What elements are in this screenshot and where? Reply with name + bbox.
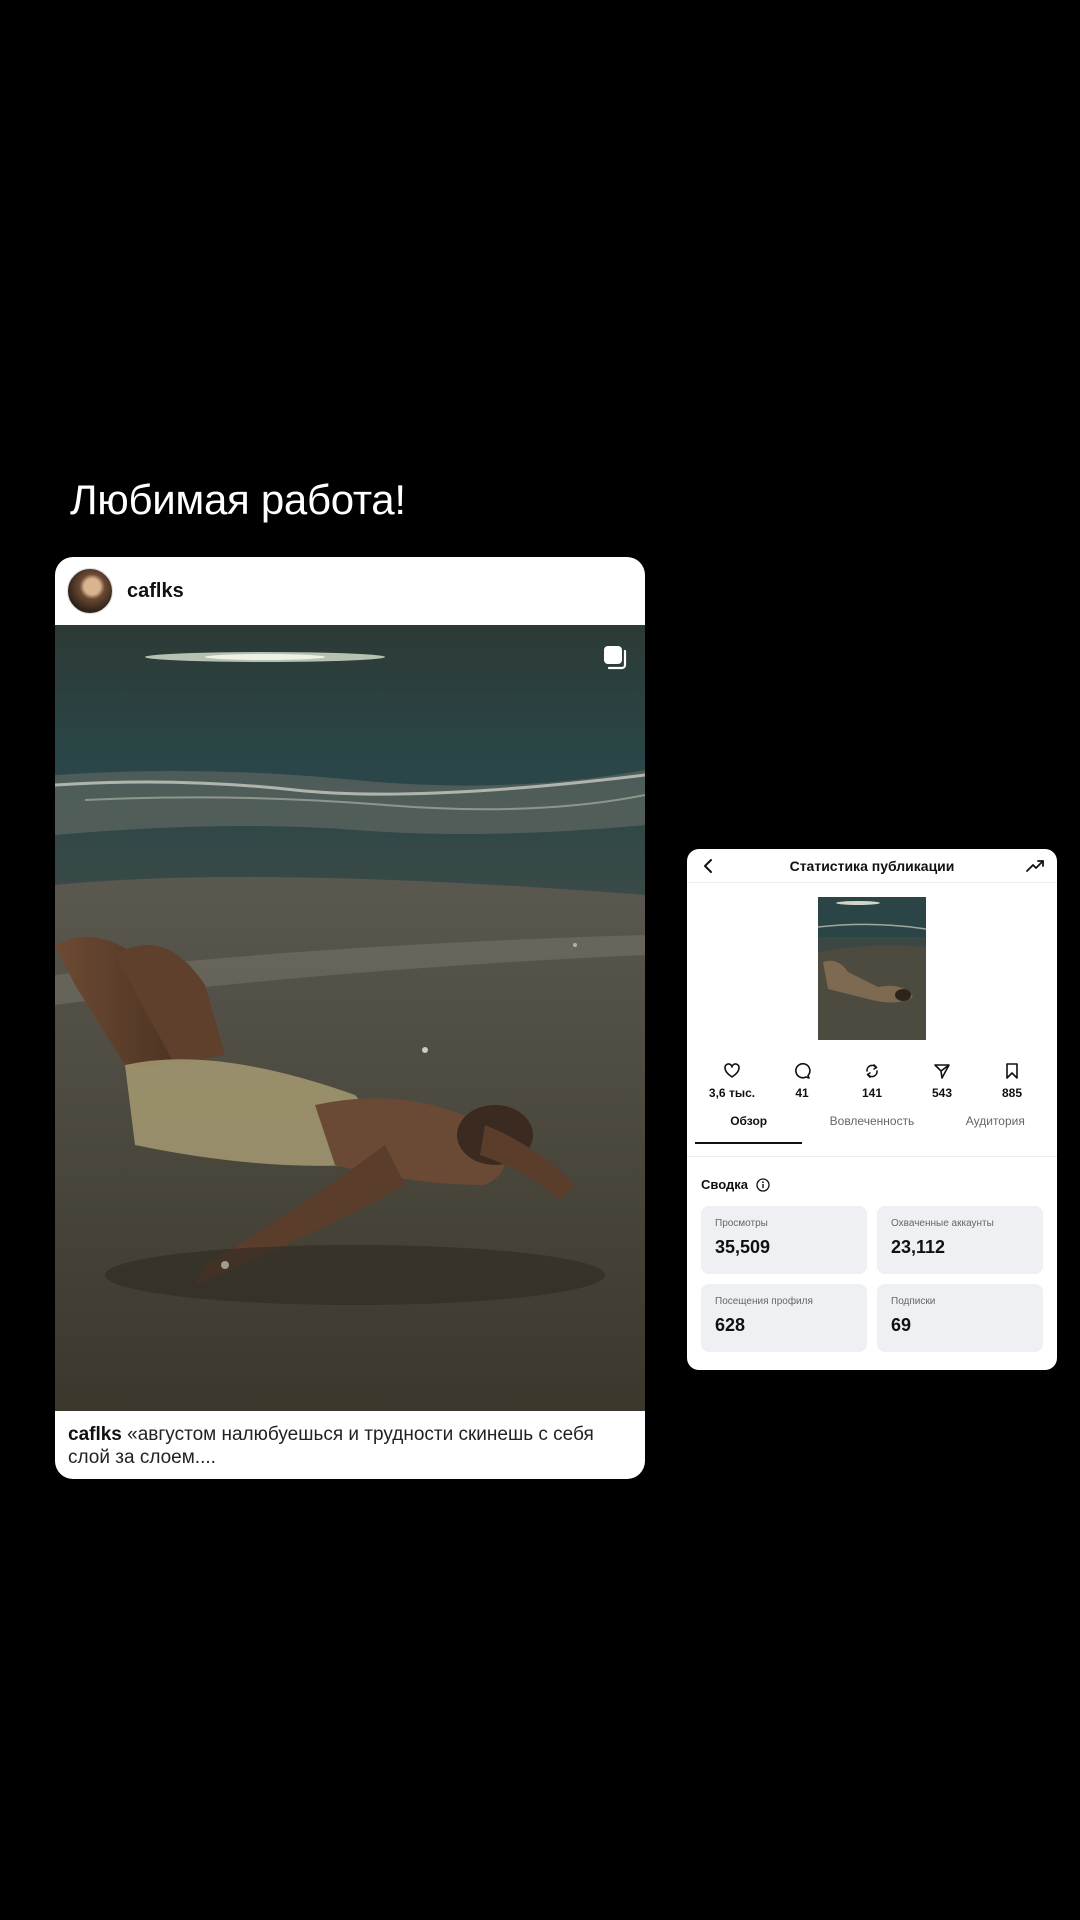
post-header: caflks bbox=[55, 557, 645, 625]
stat-value: 23,112 bbox=[891, 1237, 946, 1257]
metric-shares: 543 bbox=[912, 1062, 972, 1100]
metric-reposts: 141 bbox=[842, 1062, 902, 1100]
trending-up-icon bbox=[1026, 859, 1044, 872]
comment-icon bbox=[795, 1063, 811, 1079]
summary-heading: Сводка bbox=[687, 1157, 1057, 1192]
metric-likes: 3,6 тыс. bbox=[702, 1062, 762, 1100]
summary-stats: Просмотры 35,509 Охваченные аккаунты 23,… bbox=[687, 1192, 1057, 1352]
beach-photo bbox=[55, 625, 645, 1411]
stat-card-reach[interactable]: Охваченные аккаунты 23,112 bbox=[877, 1206, 1043, 1274]
carousel-icon bbox=[604, 646, 627, 670]
stat-value: 35,509 bbox=[715, 1237, 771, 1257]
post-photo[interactable] bbox=[55, 625, 645, 1411]
metric-value: 41 bbox=[795, 1086, 809, 1100]
repost-icon bbox=[866, 1064, 878, 1078]
stat-label: Подписки bbox=[891, 1296, 936, 1307]
trend-button[interactable] bbox=[1023, 854, 1047, 878]
insights-title: Статистика публикации bbox=[789, 857, 955, 874]
info-icon[interactable] bbox=[756, 1177, 770, 1192]
metric-value: 3,6 тыс. bbox=[708, 1086, 756, 1100]
stat-label: Просмотры bbox=[715, 1218, 768, 1229]
post-thumbnail[interactable] bbox=[818, 897, 926, 1040]
heart-icon bbox=[724, 1063, 740, 1078]
stat-value: 628 bbox=[715, 1315, 746, 1335]
metric-value: 543 bbox=[931, 1086, 953, 1100]
stat-card-profile-visits[interactable]: Посещения профиля 628 bbox=[701, 1284, 867, 1352]
stat-label: Посещения профиля bbox=[715, 1296, 813, 1307]
metric-value: 141 bbox=[861, 1086, 883, 1100]
thumbnail-image bbox=[818, 897, 926, 1040]
bookmark-icon bbox=[1006, 1063, 1018, 1079]
insights-tabs: Обзор Вовлеченность Аудитория bbox=[687, 1114, 1057, 1157]
tab-engagement[interactable]: Вовлеченность bbox=[810, 1114, 933, 1156]
metric-comments: 41 bbox=[772, 1062, 832, 1100]
metric-value: 885 bbox=[1001, 1086, 1023, 1100]
page-headline: Любимая работа! bbox=[70, 476, 406, 523]
summary-title: Сводка bbox=[701, 1177, 748, 1192]
caption-text: «августом налюбуешься и трудности скинеш… bbox=[68, 1424, 594, 1468]
stat-card-views[interactable]: Просмотры 35,509 bbox=[701, 1206, 867, 1274]
tab-overview[interactable]: Обзор bbox=[687, 1114, 810, 1156]
avatar[interactable] bbox=[67, 568, 113, 614]
share-icon bbox=[934, 1064, 950, 1079]
chevron-left-icon bbox=[704, 858, 712, 873]
post-username[interactable]: caflks bbox=[127, 580, 184, 603]
post-caption: caflks «августом налюбуешься и трудности… bbox=[55, 1411, 645, 1469]
metric-saves: 885 bbox=[982, 1062, 1042, 1100]
post-card: caflks caflks «августом налюбуешься и тр… bbox=[55, 557, 645, 1479]
back-button[interactable] bbox=[697, 854, 721, 878]
caption-username[interactable]: caflks bbox=[68, 1424, 122, 1445]
stat-label: Охваченные аккаунты bbox=[891, 1218, 994, 1229]
tab-audience[interactable]: Аудитория bbox=[934, 1114, 1057, 1156]
metrics-row: 3,6 тыс. 41 141 543 885 bbox=[687, 1040, 1057, 1100]
stat-value: 69 bbox=[891, 1315, 912, 1335]
insights-header: Статистика публикации bbox=[687, 849, 1057, 883]
post-insights-panel: Статистика публикации 3,6 тыс. 41 141 54… bbox=[687, 849, 1057, 1370]
stat-card-follows[interactable]: Подписки 69 bbox=[877, 1284, 1043, 1352]
